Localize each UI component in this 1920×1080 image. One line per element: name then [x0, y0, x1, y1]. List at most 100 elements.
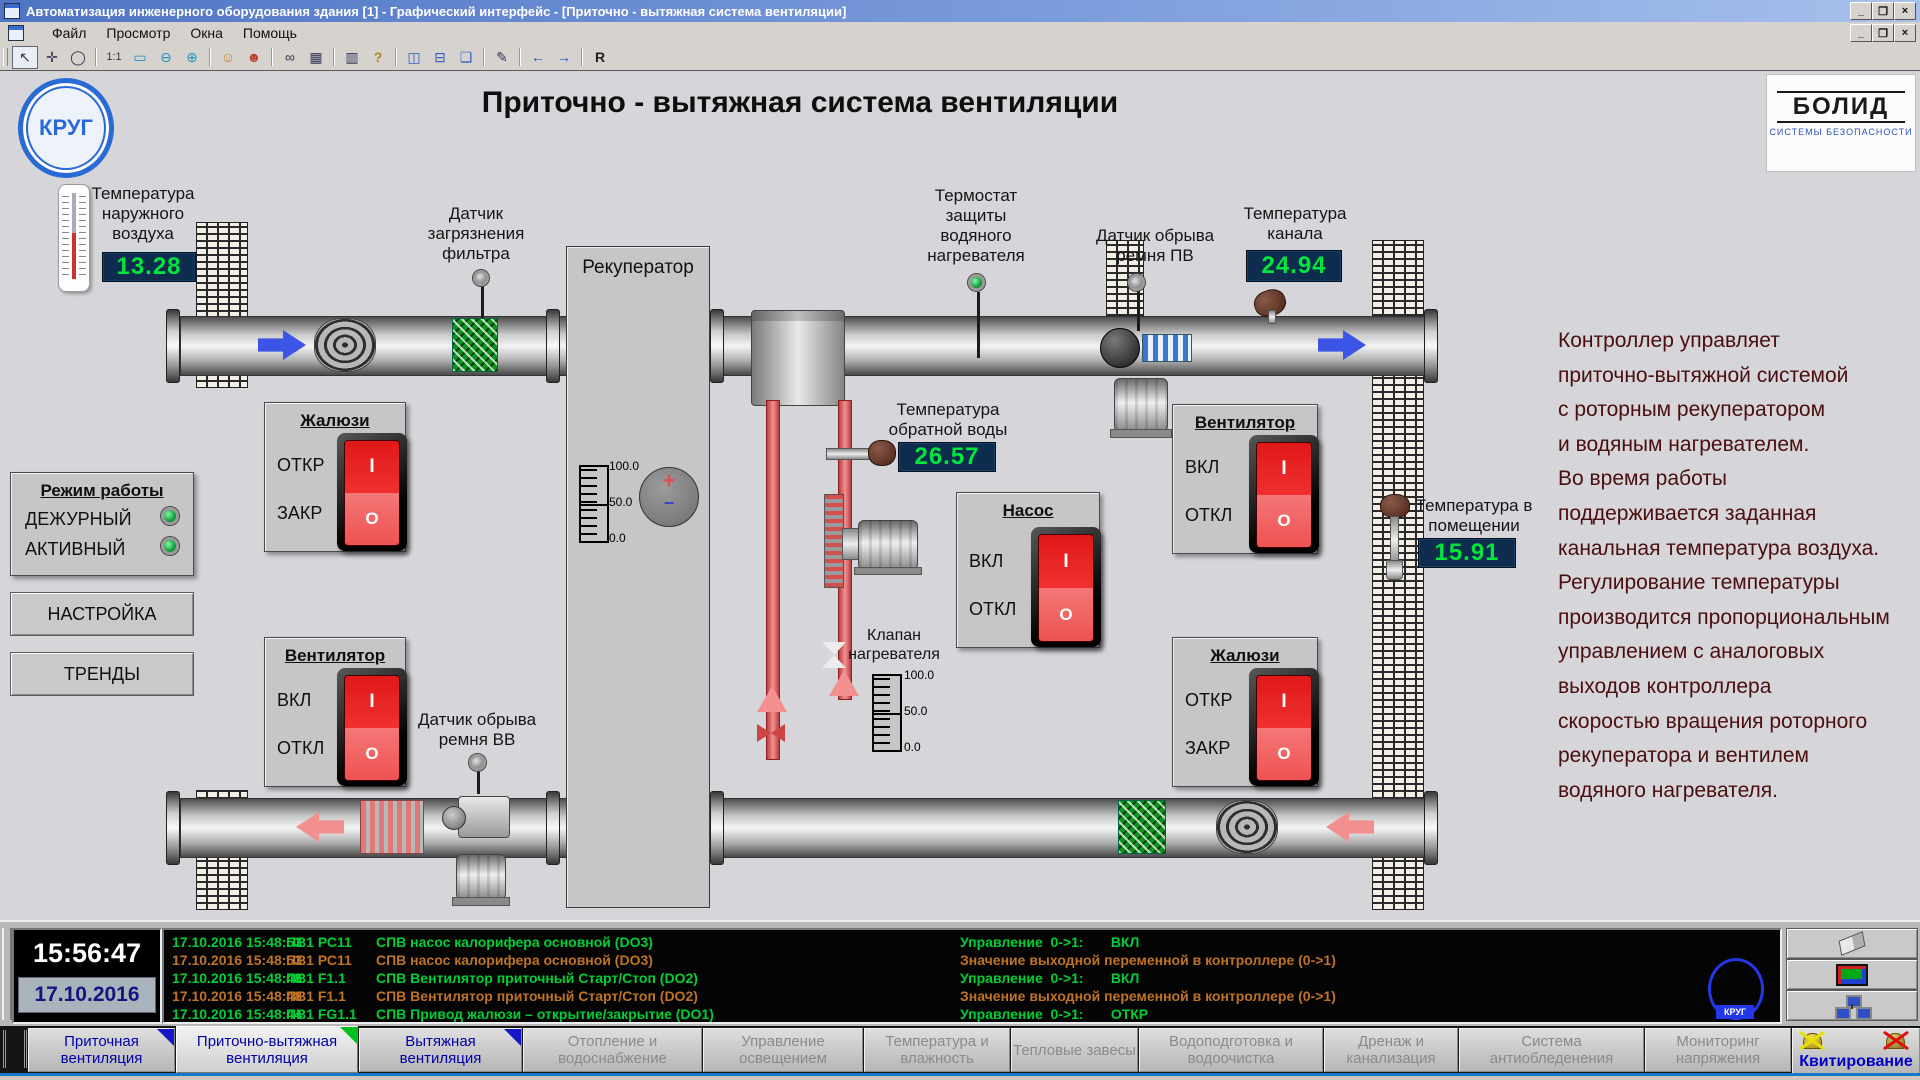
clock-time: 15:56:47	[14, 938, 160, 969]
log-row-time: 17.10.2016 15:48:48	[172, 988, 302, 1004]
r-tool-label[interactable]: R	[588, 47, 612, 68]
bolid-logo-text: БОЛИД	[1777, 91, 1905, 123]
log-row-status: Значение выходной переменной в контролле…	[960, 952, 1336, 968]
tab-anti-icing-system[interactable]: Система антиобледенения	[1459, 1028, 1644, 1072]
filter-sensor-stem	[481, 286, 484, 318]
supply-duct-flange-right	[1424, 309, 1438, 383]
tab-temperature-humidity[interactable]: Температура и влажность	[864, 1028, 1010, 1072]
acknowledge-button[interactable]: Квитирование	[1792, 1028, 1920, 1074]
filter-dirt-sensor-led	[473, 270, 489, 286]
recuperator-scale	[579, 465, 609, 543]
child-restore-button[interactable]: ❐	[1872, 24, 1894, 42]
trends-button[interactable]: ТРЕНДЫ	[10, 652, 194, 696]
supply-duct-flange-recup-left	[546, 309, 560, 383]
recuperator-label: Рекуператор	[567, 257, 709, 279]
pan-tool-icon[interactable]: ✛	[40, 47, 64, 68]
back-icon[interactable]: ←	[526, 47, 550, 68]
supply-fan-switch[interactable]: IO	[337, 668, 407, 786]
krug-badge-text: КРУГ	[1716, 1005, 1754, 1019]
tab-water-treatment[interactable]: Водоподготовка и водоочистка	[1139, 1028, 1323, 1072]
minimize-button[interactable]: _	[1850, 2, 1872, 20]
log-row-message: СПВ Вентилятор приточный Старт/Стоп (DO2…	[376, 970, 698, 986]
supply-fan-panel: Вентилятор ВКЛ ОТКЛ IO	[264, 637, 406, 787]
log-row-tag: ПВ1 FG1.1	[286, 1006, 357, 1022]
settings-button[interactable]: НАСТРОЙКА	[10, 592, 194, 636]
tab-heating-water-supply[interactable]: Отопление и водоснабжение	[523, 1028, 702, 1072]
tab-supply-exhaust-ventilation[interactable]: Приточно-вытяжная вентиляция	[176, 1026, 358, 1073]
exhaust-flex-connector	[360, 800, 424, 854]
restore-button[interactable]: ❐	[1872, 2, 1894, 20]
window-horizontal-icon[interactable]: ⊟	[428, 47, 452, 68]
child-minimize-button[interactable]: _	[1850, 24, 1872, 42]
menu-view[interactable]: Просмотр	[96, 23, 180, 43]
supply-louver-close-label: ЗАКР	[277, 503, 322, 524]
child-close-button[interactable]: ×	[1894, 24, 1916, 42]
user-icon[interactable]: ☺	[216, 47, 240, 68]
menu-help[interactable]: Помощь	[233, 23, 307, 43]
tab-drainage-sewerage[interactable]: Дренаж и канализация	[1324, 1028, 1458, 1072]
trend-screen-button[interactable]	[1786, 959, 1918, 990]
supply-louver-switch[interactable]: IO	[337, 433, 407, 551]
recuperator-unit: Рекуператор 100.0 50.0 0.0 + −	[566, 246, 710, 908]
help-icon[interactable]: ?	[366, 47, 390, 68]
belt-break-pv-label: Датчик обрыва ремня ПВ	[1078, 226, 1232, 266]
knob-minus[interactable]: −	[640, 494, 698, 512]
exhaust-louver-title: Жалюзи	[1173, 646, 1317, 666]
network-button[interactable]	[1786, 990, 1918, 1021]
log-row-time: 17.10.2016 15:48:53	[172, 952, 302, 968]
pump-panel-title: Насос	[957, 501, 1099, 521]
user-edit-icon[interactable]: ☻	[242, 47, 266, 68]
recuperator-speed-knob[interactable]: + −	[639, 467, 699, 527]
supply-damper-actuator	[1100, 328, 1140, 368]
zoom-actual-icon[interactable]: 1:1	[102, 47, 126, 68]
heater-thermostat-label: Термостат защиты водяного нагревателя	[894, 186, 1058, 266]
tab-supply-ventilation[interactable]: Приточная вентиляция	[28, 1028, 175, 1072]
print-icon[interactable]: ▥	[340, 47, 364, 68]
filter-dirt-sensor-label: Датчик загрязнения фильтра	[420, 204, 532, 264]
zoom-circle-icon[interactable]: ◯	[66, 47, 90, 68]
recuperator-scale-top: 100.0	[609, 459, 639, 473]
belt-break-vv-stem	[477, 770, 480, 794]
supply-flex-connector	[314, 318, 376, 372]
mode-active-led[interactable]	[161, 537, 179, 555]
mode-standby-led[interactable]	[161, 507, 179, 525]
knob-plus[interactable]: +	[640, 468, 698, 494]
zoom-region-icon[interactable]: ▭	[128, 47, 152, 68]
event-log[interactable]: 17.10.2016 15:48:53 ПВ1 РС11 СПВ насос к…	[162, 928, 1782, 1024]
heater-thermostat-led	[968, 274, 985, 291]
exhaust-fan-motor-base	[452, 897, 510, 906]
pump-switch[interactable]: IO	[1031, 527, 1101, 647]
tab-exhaust-ventilation[interactable]: Вытяжная вентиляция	[359, 1028, 522, 1072]
zoom-out-icon[interactable]: ⊖	[154, 47, 178, 68]
supply-duct-left	[180, 316, 574, 376]
krug-logo: КРУГ	[18, 78, 114, 178]
log-row-tag: ПВ1 РС11	[286, 934, 352, 950]
exhaust-fan-switch[interactable]: IO	[1249, 435, 1319, 553]
return-water-temp-value: 26.57	[898, 442, 996, 472]
tab-lighting-control[interactable]: Управление освещением	[703, 1028, 863, 1072]
menu-windows[interactable]: Окна	[180, 23, 233, 43]
log-row-message: СПВ Привод жалюзи – открытие/закрытие (D…	[376, 1006, 714, 1022]
tab-voltage-monitoring[interactable]: Мониторинг напряжения	[1645, 1028, 1791, 1072]
exhaust-air-filter	[1118, 800, 1166, 854]
edit-icon[interactable]: ✎	[490, 47, 514, 68]
trend-table-icon[interactable]: ▦	[304, 47, 328, 68]
window-cascade-icon[interactable]: ❏	[454, 47, 478, 68]
clear-log-button[interactable]	[1786, 928, 1918, 959]
forward-icon[interactable]: →	[552, 47, 576, 68]
supply-louver-title: Жалюзи	[265, 411, 405, 431]
window-vertical-icon[interactable]: ◫	[402, 47, 426, 68]
duct-temp-sensor-stem	[1268, 310, 1276, 324]
close-button[interactable]: ×	[1894, 2, 1916, 20]
tab-heat-curtains[interactable]: Тепловые завесы	[1011, 1028, 1138, 1072]
menu-file[interactable]: Файл	[42, 23, 96, 43]
exhaust-fan-title: Вентилятор	[1173, 413, 1317, 433]
select-tool-icon[interactable]: ↖	[12, 46, 38, 69]
scada-window: Автоматизация инженерного оборудования з…	[0, 0, 1920, 1080]
log-row-message: СПВ насос калорифера основной (DO3)	[376, 934, 653, 950]
find-icon[interactable]: ∞	[278, 47, 302, 68]
exhaust-louver-switch[interactable]: IO	[1249, 668, 1319, 786]
zoom-in-icon[interactable]: ⊕	[180, 47, 204, 68]
room-temp-label: Температура в помещении	[1398, 496, 1550, 536]
return-water-sensor-icon	[868, 440, 896, 466]
